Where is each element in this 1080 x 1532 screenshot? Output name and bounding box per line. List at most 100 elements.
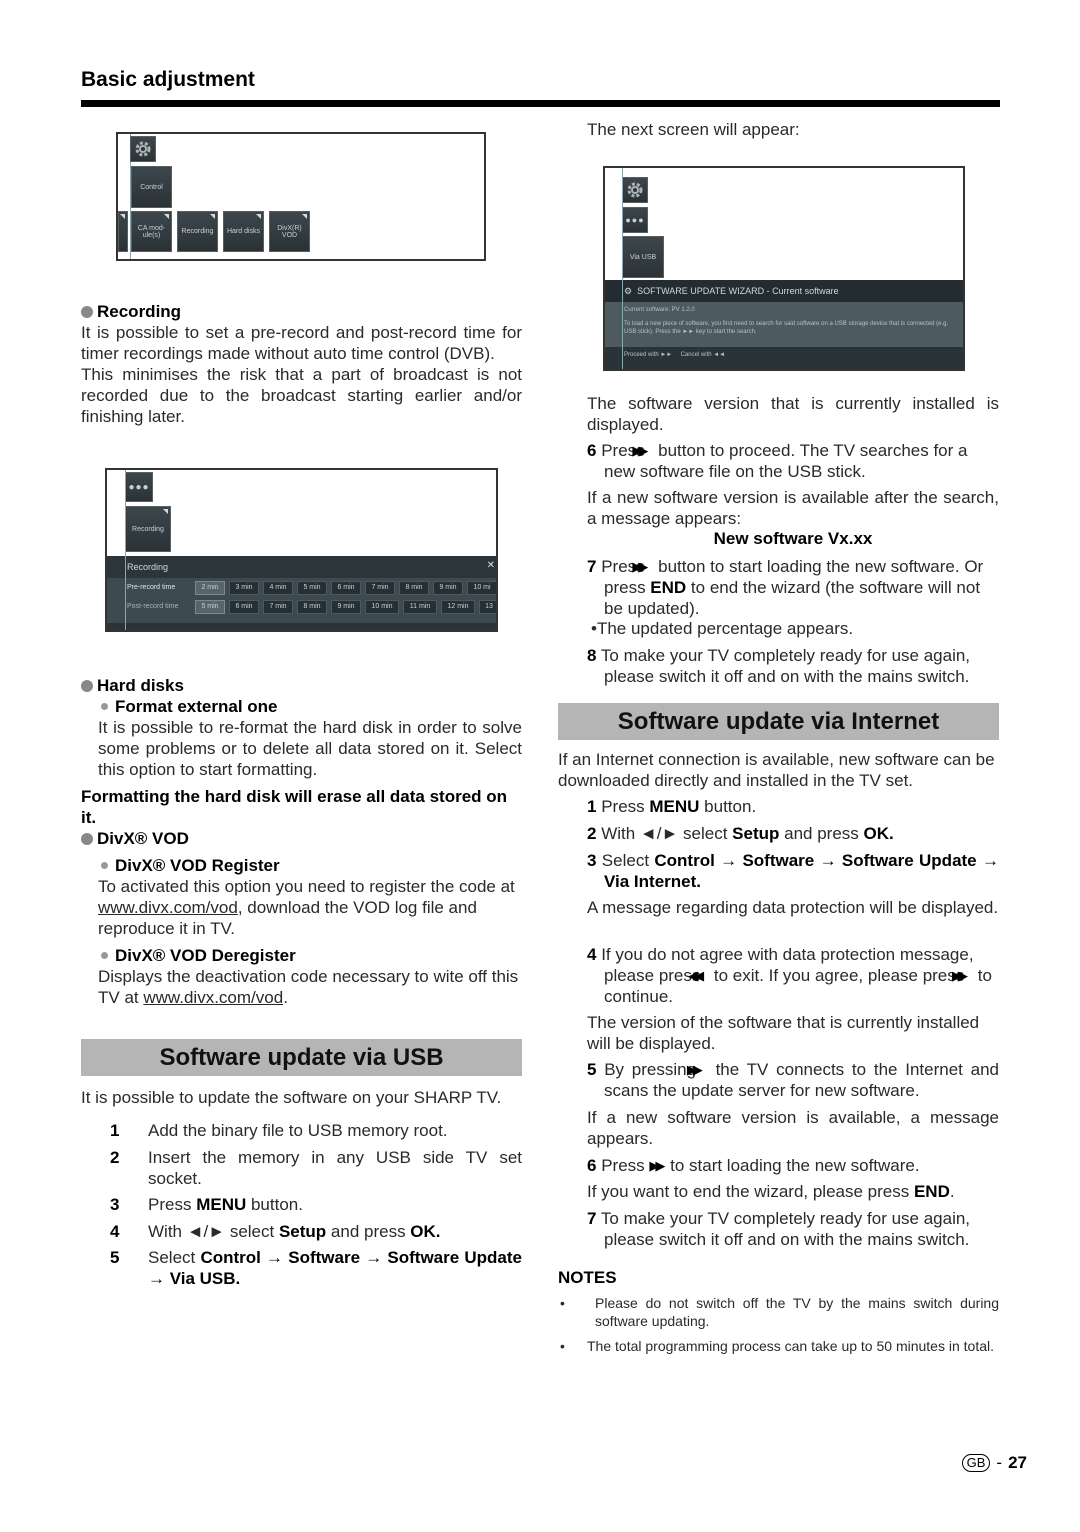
recording-panel: Recording ✕ Pre-record time Post-record … — [107, 556, 496, 630]
tile-hard-disks: Hard disks — [223, 211, 264, 252]
gear-icon: ⚙ — [624, 286, 633, 296]
post-record-option[interactable]: 5 min — [195, 600, 225, 614]
internet-step-2: 2 With ◄/► select Setup and press OK. — [587, 824, 894, 843]
divx-deregister-title: DivX® VOD Deregister — [115, 946, 296, 965]
more-icon: ●●● — [125, 472, 153, 502]
usb-step-8: 8 To make your TV completely ready for u… — [587, 646, 971, 686]
region-badge: GB — [961, 1454, 991, 1472]
tile-recording: Recording — [177, 211, 218, 252]
usb-update-intro: It is possible to update the software on… — [81, 1088, 502, 1107]
current-software-value: Current software: PV 1.2.0 — [624, 307, 695, 313]
post-record-option[interactable]: 12 min — [441, 600, 475, 614]
end-wizard-text: If you want to end the wizard, please pr… — [587, 1182, 955, 1201]
screenshot-wizard: ●●● Via USB ⚙ SOFTWARE UPDATE WIZARD - C… — [603, 166, 965, 371]
post-record-option[interactable]: 10 min — [365, 600, 399, 614]
usb-step-3: 3 Press MENU button. — [110, 1195, 303, 1214]
internet-step-1: 1 Press MENU button. — [587, 797, 757, 816]
screenshot-recording: ●●● Recording Recording ✕ Pre-record tim… — [105, 468, 498, 632]
data-protection-text: A message regarding data protection will… — [587, 898, 999, 917]
internet-available-text: If a new software version is available, … — [587, 1108, 999, 1148]
more-icon: ●●● — [622, 207, 648, 233]
wizard-description: To load a new piece of software, you fir… — [624, 321, 949, 335]
pre-record-option[interactable]: 10 mi — [467, 581, 496, 595]
panel-title: Recording — [127, 562, 169, 572]
pre-record-label: Pre-record time — [127, 584, 176, 591]
version-text: The version of the software that is curr… — [587, 1013, 980, 1053]
sub-bullet-icon — [101, 862, 108, 870]
internet-update-heading: Software update via Internet — [558, 703, 999, 740]
internet-step-7: 7 To make your TV completely ready for u… — [587, 1209, 971, 1249]
recording-paragraph-1: It is possible to set a pre-record and p… — [81, 323, 522, 363]
wizard-footer: Proceed with ►► Cancel with ◄◄ — [624, 352, 726, 358]
post-record-label: Post-record time — [127, 603, 179, 610]
tile-partial — [118, 211, 128, 252]
usb-update-heading: Software update via USB — [81, 1039, 522, 1076]
recording-paragraph-2: This minimises the risk that a part of b… — [81, 365, 522, 426]
usb-step-5: 5 Select Control → Software → Software U… — [110, 1248, 522, 1288]
percentage-text: •The updated percentage appears. — [591, 619, 854, 638]
bullet-icon: • — [560, 1338, 565, 1354]
divx-deregister-link[interactable]: www.divx.com/vod — [143, 988, 283, 1007]
fast-forward-icon: ▶▶ — [649, 1158, 665, 1173]
post-record-option[interactable]: 7 min — [263, 600, 293, 614]
internet-step-4: 4 If you do not agree with data protecti… — [587, 945, 992, 1006]
internet-step-5: 5 By pressing ▶▶ the TV connects to the … — [587, 1060, 999, 1100]
gear-icon — [130, 136, 156, 162]
sub-bullet-icon — [101, 703, 108, 711]
post-record-option[interactable]: 6 min — [229, 600, 259, 614]
pre-record-option[interactable]: 6 min — [331, 581, 361, 595]
usb-step-6: 6 Press ▶▶ button to proceed. The TV sea… — [587, 441, 968, 481]
wizard-panel: ⚙ SOFTWARE UPDATE WIZARD - Current softw… — [605, 280, 963, 369]
pre-record-option[interactable]: 2 min — [195, 581, 225, 595]
note-item: • Please do not switch off the TV by the… — [560, 1295, 999, 1329]
footer-separator: - — [996, 1453, 1003, 1472]
divx-register-text: To activated this option you need to reg… — [98, 877, 515, 938]
post-record-option[interactable]: 11 min — [403, 600, 437, 614]
post-record-option[interactable]: 9 min — [331, 600, 361, 614]
usb-step-2: 2 Insert the memory in any USB side TV s… — [110, 1148, 522, 1188]
recording-section: Recording It is possible to set a pre-re… — [81, 301, 522, 427]
pre-record-option[interactable]: 7 min — [365, 581, 395, 595]
recording-title: Recording — [97, 302, 182, 321]
divx-register-link[interactable]: www.divx.com/vod — [98, 898, 238, 917]
notes-title: NOTES — [558, 1268, 617, 1287]
post-record-option[interactable]: 13 — [479, 600, 496, 614]
tile-via-usb: Via USB — [622, 236, 664, 278]
usb-step-1: 1 Add the binary file to USB memory root… — [110, 1121, 448, 1140]
tile-divx-vod: DivX(R) VOD — [269, 211, 310, 252]
tile-recording: Recording — [125, 506, 171, 552]
hard-disks-section: Hard disks Format external one It is pos… — [81, 675, 522, 1008]
hard-disks-title: Hard disks — [97, 676, 184, 695]
new-software-message: New software Vx.xx — [713, 529, 873, 548]
available-text: If a new software version is available a… — [587, 488, 999, 528]
divx-register-title: DivX® VOD Register — [115, 856, 280, 875]
sub-bullet-icon — [101, 952, 108, 960]
bullet-icon — [81, 306, 93, 318]
next-screen-text: The next screen will appear: — [587, 120, 800, 139]
gear-icon — [622, 177, 648, 203]
section-heading: Basic adjustment — [81, 68, 255, 91]
note-item: • The total programming process can take… — [560, 1338, 994, 1354]
post-record-option[interactable]: 8 min — [297, 600, 327, 614]
internet-step-3: 3 Select Control → Software → Software U… — [587, 851, 999, 891]
tile-ca-modules: CA mod- ule(s) — [131, 211, 172, 252]
divx-deregister-text: Displays the deactivation code necessary… — [98, 967, 519, 1007]
page-footer: GB - 27 — [961, 1453, 1027, 1473]
wizard-title: ⚙ SOFTWARE UPDATE WIZARD - Current softw… — [624, 286, 839, 296]
page-number: 27 — [1008, 1453, 1027, 1472]
screenshot-control-menu: Control CA mod- ule(s) Recording Hard di… — [116, 132, 486, 261]
pre-record-option[interactable]: 3 min — [229, 581, 259, 595]
pre-record-option[interactable]: 4 min — [263, 581, 293, 595]
format-warning: Formatting the hard disk will erase all … — [81, 787, 508, 827]
divx-title: DivX® VOD — [97, 829, 189, 848]
pre-record-option[interactable]: 9 min — [433, 581, 463, 595]
format-paragraph: It is possible to re-format the hard dis… — [98, 718, 522, 779]
pre-record-option[interactable]: 5 min — [297, 581, 327, 595]
internet-step-6: 6 Press ▶▶ to start loading the new soft… — [587, 1156, 920, 1175]
internet-update-intro: If an Internet connection is available, … — [558, 750, 995, 790]
usb-step-4: 4 With ◄/► select Setup and press OK. — [110, 1222, 441, 1241]
bullet-icon: • — [560, 1295, 565, 1311]
close-icon[interactable]: ✕ — [487, 560, 495, 571]
heading-rule — [81, 100, 1000, 107]
pre-record-option[interactable]: 8 min — [399, 581, 429, 595]
